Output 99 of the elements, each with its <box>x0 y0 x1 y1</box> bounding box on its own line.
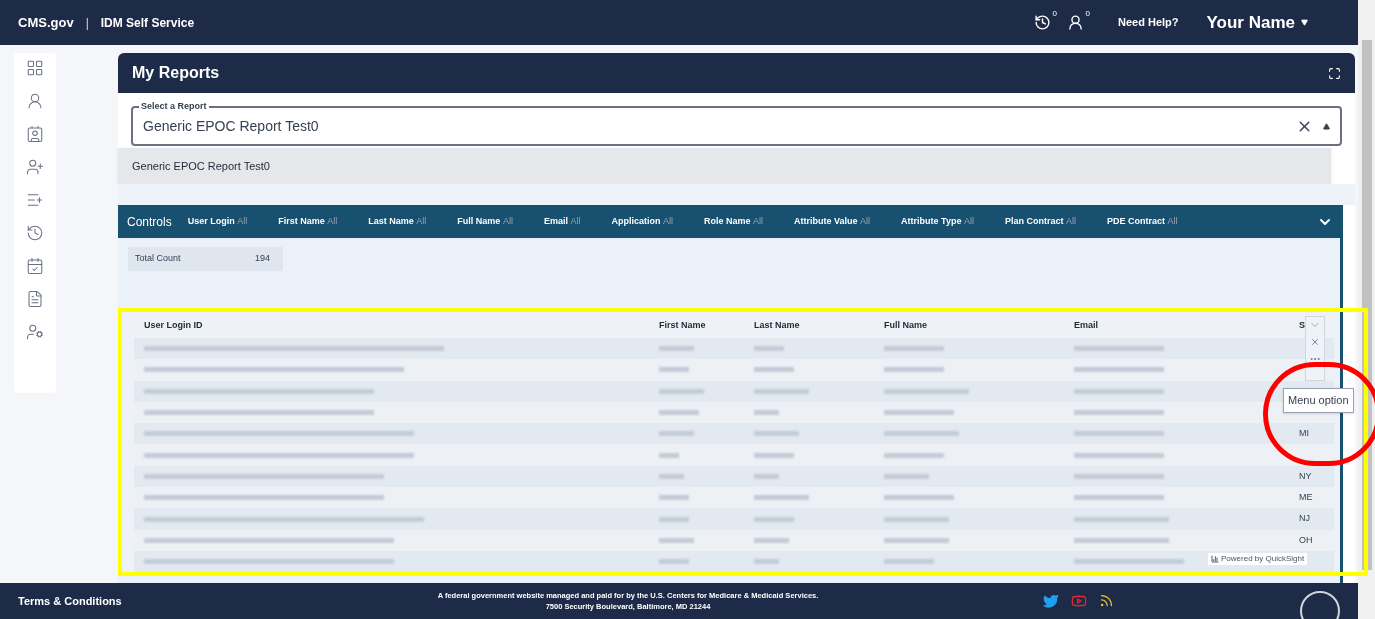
filter-control[interactable]: Attribute Type All <box>901 214 974 229</box>
sidebar-item[interactable] <box>26 224 44 242</box>
filter-control[interactable]: User Login All <box>187 214 248 229</box>
redacted-text <box>884 559 934 565</box>
table-cell-text: MI <box>1298 427 1309 441</box>
filter-control[interactable]: First Name All <box>278 214 338 229</box>
chart-icon <box>1211 555 1219 563</box>
redacted-text <box>754 410 779 416</box>
redacted-text <box>659 537 694 543</box>
filter-control[interactable]: Last Name All <box>368 214 427 229</box>
redacted-text <box>884 367 944 373</box>
redacted-text <box>659 516 689 522</box>
redacted-text <box>754 452 794 458</box>
sidebar-item[interactable] <box>26 125 44 143</box>
redacted-text <box>659 410 699 416</box>
redacted-text <box>659 473 684 479</box>
add-user-icon <box>26 158 44 176</box>
filter-control[interactable]: Role Name All <box>704 214 764 229</box>
redacted-text <box>884 346 944 352</box>
notification-count: 0 <box>1052 8 1057 20</box>
table-cell-text: NY <box>1298 469 1312 483</box>
close-icon[interactable] <box>1310 337 1320 347</box>
redacted-text <box>659 495 689 501</box>
column-header[interactable]: User Login ID <box>134 319 649 333</box>
filter-control[interactable]: Application All <box>611 214 673 229</box>
user-menu-button[interactable]: Your Name <box>1206 9 1308 36</box>
powered-by-label: Powered by QuickSight <box>1221 553 1305 565</box>
caret-icon[interactable] <box>1323 122 1330 130</box>
redacted-text <box>754 559 779 565</box>
fullscreen-icon <box>1328 66 1341 80</box>
seal-logo <box>1300 591 1340 619</box>
redacted-text <box>659 388 704 394</box>
tooltip: Menu option <box>1283 388 1354 413</box>
user-list-icon <box>26 191 44 209</box>
redacted-text <box>754 388 809 394</box>
filter-control[interactable]: Full Name All <box>457 214 513 229</box>
sidebar-item[interactable] <box>26 59 44 77</box>
table-cell-text: ME <box>1298 490 1313 504</box>
redacted-text <box>659 346 694 352</box>
redacted-text <box>754 367 794 373</box>
table-cell-text: NJ <box>1298 512 1310 526</box>
user-clock-icon <box>1034 14 1051 31</box>
calendar-icon <box>26 257 44 275</box>
contact-card-icon <box>26 125 44 143</box>
column-header[interactable]: Last Name <box>744 319 874 333</box>
user-icon <box>26 92 44 110</box>
table-cell-text: OH <box>1298 533 1313 547</box>
filter-control[interactable]: Plan Contract All <box>1004 214 1076 229</box>
total-count-value: 194 <box>255 252 271 266</box>
fullscreen-button[interactable] <box>1328 66 1341 80</box>
redacted-text <box>659 367 689 373</box>
sidebar-item[interactable] <box>26 257 44 275</box>
redacted-text <box>659 452 679 458</box>
redacted-text <box>754 346 784 352</box>
filter-control[interactable]: PDE Contract All <box>1107 214 1178 229</box>
redacted-text <box>884 473 929 479</box>
column-header[interactable]: First Name <box>649 319 744 333</box>
redacted-text <box>754 495 809 501</box>
controls-title: Controls <box>127 213 172 231</box>
filter-control[interactable]: Attribute Value All <box>794 214 871 229</box>
filter-control[interactable]: Email All <box>543 214 581 229</box>
redacted-text <box>754 516 794 522</box>
redacted-text <box>884 452 944 458</box>
sidebar-item[interactable] <box>26 290 44 308</box>
selected-value: Generic EPOC Report Test0 <box>143 116 319 136</box>
redacted-text <box>754 473 779 479</box>
notification-count: 0 <box>1085 8 1090 20</box>
user-settings-icon <box>26 323 44 341</box>
column-header[interactable]: Full Name <box>874 319 1064 333</box>
twitter-icon[interactable] <box>1043 593 1059 609</box>
sidebar-item[interactable] <box>26 158 44 176</box>
grid-icon <box>26 59 44 77</box>
separator: | <box>85 14 89 32</box>
caret-icon <box>1301 19 1308 26</box>
sidebar-item[interactable] <box>26 92 44 110</box>
redacted-text <box>884 495 954 501</box>
redacted-text <box>659 431 694 437</box>
user-clock-icon <box>26 224 44 242</box>
redacted-text <box>754 431 799 437</box>
redacted-text <box>884 516 949 522</box>
redacted-text <box>659 559 689 565</box>
dropdown-option[interactable]: Generic EPOC Report Test0 <box>132 157 270 175</box>
sidebar-item[interactable] <box>26 323 44 341</box>
document-icon <box>26 290 44 308</box>
sidebar-item[interactable] <box>26 191 44 209</box>
column-header[interactable]: Email <box>1064 319 1289 333</box>
app-title: IDM Self Service <box>100 14 195 32</box>
total-count-label: Total Count <box>135 252 182 266</box>
redacted-text <box>884 537 949 543</box>
terms-link[interactable]: Terms & Conditions <box>18 592 398 610</box>
brand-logo[interactable]: CMS.gov <box>18 12 74 33</box>
user-icon <box>1067 14 1084 31</box>
panel-title: My Reports <box>132 63 220 83</box>
redacted-text <box>884 410 954 416</box>
redacted-text <box>754 537 789 543</box>
video-icon[interactable] <box>1071 593 1087 609</box>
field-label: Select a Report <box>139 100 209 114</box>
help-link[interactable]: Need Help? <box>1118 14 1179 31</box>
rss-icon[interactable] <box>1099 593 1114 608</box>
